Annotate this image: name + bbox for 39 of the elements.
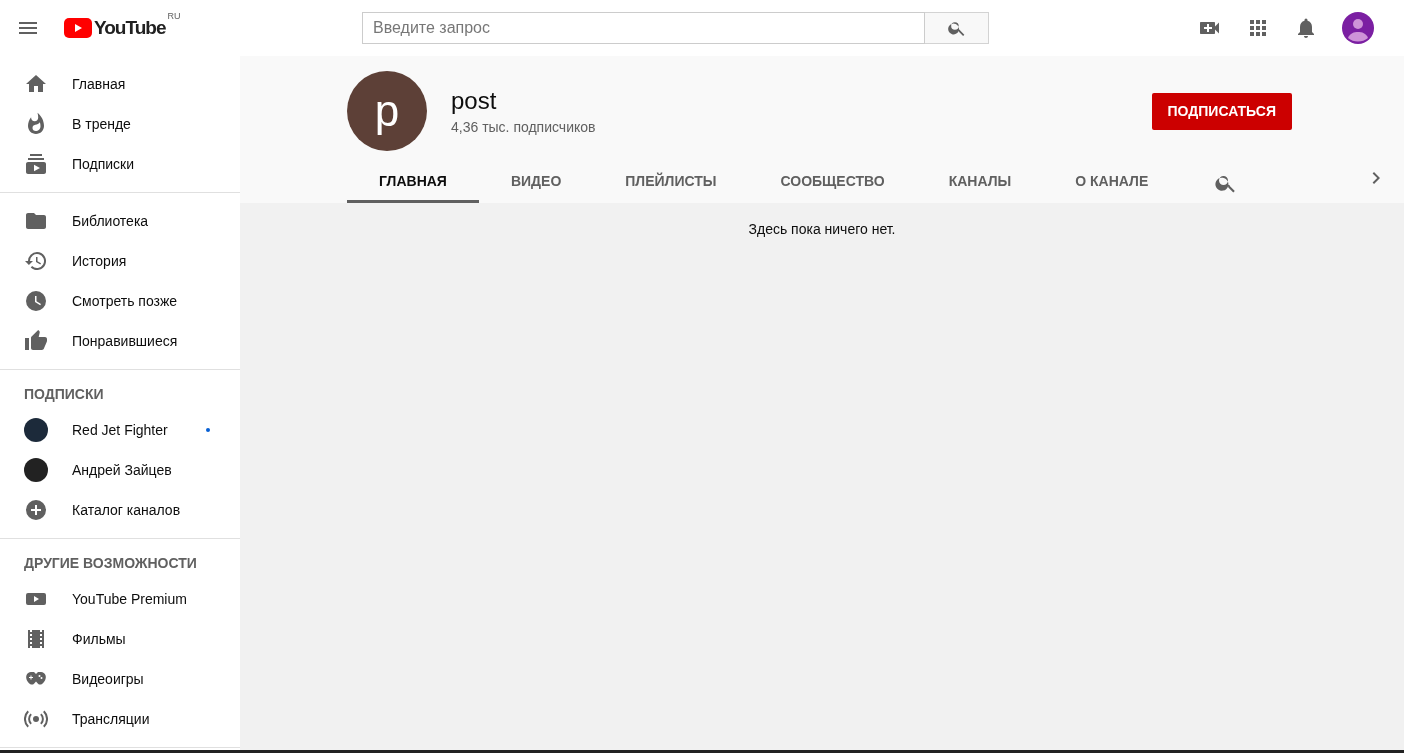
subscribe-button[interactable]: ПОДПИСАТЬСЯ [1151, 92, 1292, 130]
section-heading: ПОДПИСКИ [23, 385, 105, 404]
sidebar-item[interactable]: Понравившиеся [0, 321, 240, 361]
thumbs-up-icon [24, 329, 48, 353]
channel-avatar [24, 458, 48, 482]
channel-name: post [451, 87, 498, 115]
search-field[interactable]: Введите запрос [362, 12, 925, 44]
sidebar-item[interactable]: YouTube Premium [0, 579, 240, 619]
channel-tab[interactable]: ПЛЕЙЛИСТЫ [593, 162, 749, 203]
account-avatar-icon[interactable] [1342, 12, 1374, 44]
sidebar-item[interactable]: Фильмы [0, 619, 240, 659]
channel-tab[interactable]: СООБЩЕСТВО [748, 162, 917, 203]
sidebar-item[interactable]: Библиотека [0, 201, 240, 241]
search-button[interactable] [925, 12, 989, 44]
region-label: RU [167, 11, 181, 21]
section-heading: ДРУГИЕ ВОЗМОЖНОСТИ [23, 554, 198, 573]
channel-tab[interactable]: О КАНАЛЕ [1043, 162, 1181, 203]
sidebar-item[interactable]: История [0, 241, 240, 281]
clock-icon [24, 289, 48, 313]
sidebar-item[interactable]: Каталог каналов [0, 490, 240, 530]
sidebar-item[interactable]: Главная [0, 64, 240, 104]
subscriptions-icon [24, 152, 48, 176]
channel-avatar [24, 418, 48, 442]
sidebar-item[interactable]: Трансляции [0, 699, 240, 739]
sidebar-item[interactable]: Видеоигры [0, 659, 240, 699]
sidebar-item[interactable]: Подписки [0, 144, 240, 184]
logo-text[interactable]: YouTube [94, 17, 166, 39]
empty-message: Здесь пока ничего нет. [748, 221, 896, 237]
sidebar-item[interactable]: Андрей Зайцев [0, 450, 240, 490]
channel-avatar: p [347, 71, 427, 151]
channel-tab[interactable]: КАНАЛЫ [916, 162, 1044, 203]
subscriber-count: 4,36 тыс. подписчиков [451, 119, 597, 135]
channel-tab[interactable]: ВИДЕО [478, 162, 594, 203]
history-icon [24, 249, 48, 273]
channel-tab[interactable]: ГЛАВНАЯ [347, 162, 479, 203]
play-logo-icon [64, 18, 92, 38]
sidebar-item[interactable]: Red Jet Fighter [0, 410, 240, 450]
sidebar-item[interactable]: В тренде [0, 104, 240, 144]
sidebar-item[interactable]: Смотреть позже [0, 281, 240, 321]
